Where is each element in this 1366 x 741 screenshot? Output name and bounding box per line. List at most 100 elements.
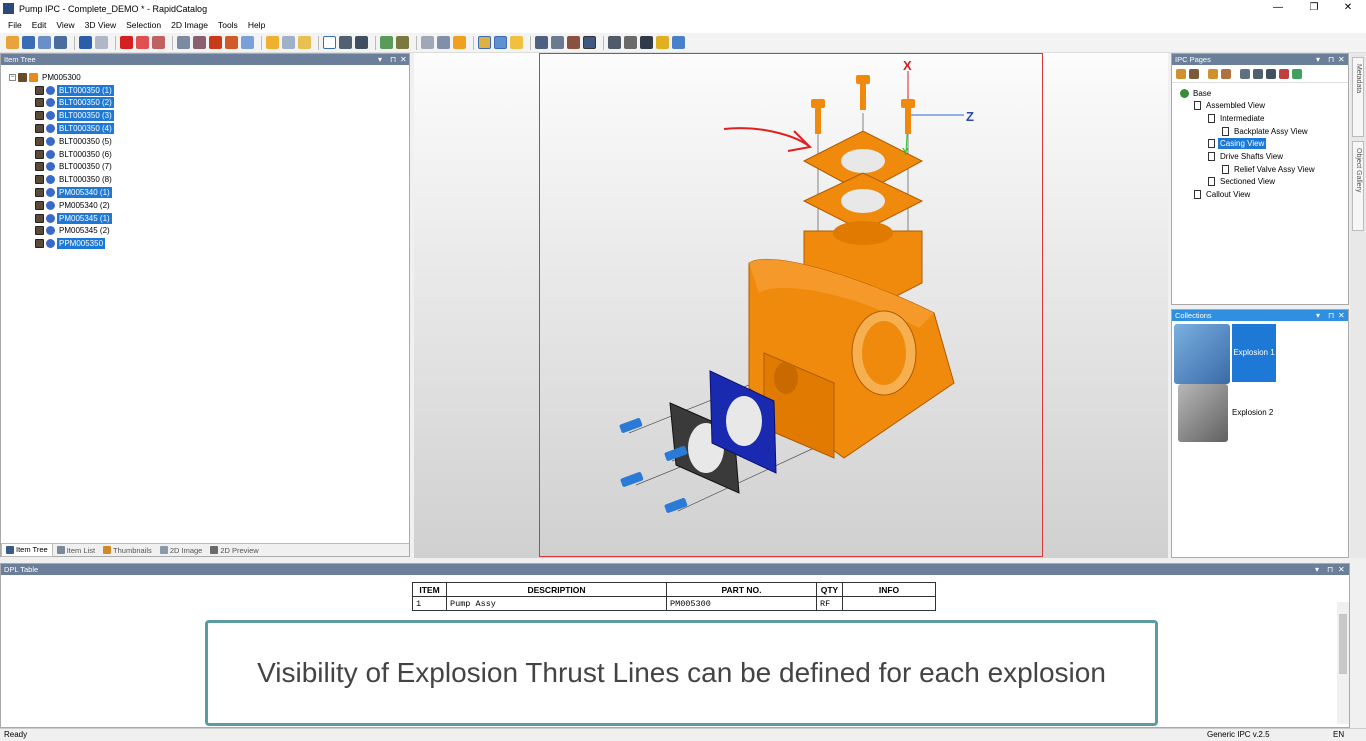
select-cursor-icon[interactable] xyxy=(323,36,336,49)
tree-item[interactable]: PM005345 (1) xyxy=(35,212,112,224)
tree-item[interactable]: PM005340 (1) xyxy=(35,186,112,198)
copy-icon[interactable] xyxy=(421,36,434,49)
fit-view-icon[interactable] xyxy=(535,36,548,49)
tree-item[interactable]: BLT000350 (2) xyxy=(35,97,114,109)
panel-dropdown-icon[interactable]: ▾ xyxy=(1316,310,1320,321)
menu-help[interactable]: Help xyxy=(248,20,265,30)
page-list-icon[interactable] xyxy=(1266,68,1276,79)
checkbox-icon[interactable] xyxy=(35,136,44,146)
panel-dropdown-icon[interactable]: ▾ xyxy=(1316,54,1320,65)
thrust-line-icon[interactable] xyxy=(494,36,507,49)
delete-icon[interactable] xyxy=(120,36,133,49)
ipc-page-item[interactable]: Callout View xyxy=(1194,189,1252,201)
undo-icon[interactable] xyxy=(79,36,92,49)
ipc-page-item[interactable]: Sectioned View xyxy=(1208,176,1277,188)
magic-icon[interactable] xyxy=(396,36,409,49)
page-delete-icon[interactable] xyxy=(1279,68,1289,79)
panel-pin-icon[interactable]: ⊓ xyxy=(1328,310,1334,321)
panel-dropdown-icon[interactable]: ▾ xyxy=(378,54,382,65)
explosion-2-label[interactable]: Explosion 2 xyxy=(1232,408,1273,417)
3d-viewport[interactable]: X Z Y xyxy=(414,53,1168,558)
page-copy-icon[interactable] xyxy=(1208,68,1218,79)
page-move-icon[interactable] xyxy=(1221,68,1231,79)
menu-selection[interactable]: Selection xyxy=(126,20,161,30)
settings-icon[interactable] xyxy=(177,36,190,49)
tree-item[interactable]: PM005340 (2) xyxy=(35,199,112,211)
checkbox-icon[interactable] xyxy=(35,111,44,121)
camera-icon[interactable] xyxy=(608,36,621,49)
panel-close-icon[interactable]: ✕ xyxy=(1338,54,1345,65)
checkbox-icon[interactable] xyxy=(35,187,44,197)
shape2-icon[interactable] xyxy=(282,36,295,49)
layers-icon[interactable] xyxy=(656,36,669,49)
tab-item-list[interactable]: Item List xyxy=(53,544,99,557)
export-icon[interactable] xyxy=(54,36,67,49)
tab-thumbnails[interactable]: Thumbnails xyxy=(99,544,156,557)
explosion-2-thumbnail[interactable] xyxy=(1178,384,1228,442)
scrollbar-thumb[interactable] xyxy=(1339,614,1347,674)
menu-view[interactable]: View xyxy=(56,20,74,30)
checkbox-icon[interactable] xyxy=(35,175,44,185)
tree-item[interactable]: PPM005350 xyxy=(35,238,106,250)
parts-icon[interactable] xyxy=(225,36,238,49)
menu-file[interactable]: File xyxy=(8,20,22,30)
box-icon[interactable] xyxy=(453,36,466,49)
page-up-icon[interactable] xyxy=(1189,68,1199,79)
checkbox-icon[interactable] xyxy=(35,149,44,159)
hierarchy-icon[interactable] xyxy=(355,36,368,49)
page-dup-icon[interactable] xyxy=(1253,68,1263,79)
open-icon[interactable] xyxy=(6,36,19,49)
panel-close-icon[interactable]: ✕ xyxy=(400,54,407,65)
page-book-icon[interactable] xyxy=(1292,68,1302,79)
page-add-icon[interactable] xyxy=(1176,68,1186,79)
clear-icon[interactable] xyxy=(152,36,165,49)
checkbox-icon[interactable] xyxy=(35,162,44,172)
tab-item-tree[interactable]: Item Tree xyxy=(1,543,53,557)
tree-item[interactable]: BLT000350 (8) xyxy=(35,174,114,186)
checkbox-icon[interactable] xyxy=(35,226,44,236)
menu-edit[interactable]: Edit xyxy=(32,20,47,30)
ipc-page-item[interactable]: Drive Shafts View xyxy=(1208,151,1285,163)
redo-icon[interactable] xyxy=(95,36,108,49)
menu-3d-view[interactable]: 3D View xyxy=(85,20,117,30)
frame-icon[interactable] xyxy=(583,36,596,49)
filter-icon[interactable] xyxy=(193,36,206,49)
table-row[interactable]: 1 Pump Assy PM005300 RF xyxy=(412,596,936,611)
page-new-icon[interactable] xyxy=(1240,68,1250,79)
checkbox-icon[interactable] xyxy=(35,213,44,223)
panel-pin-icon[interactable]: ⊓ xyxy=(390,54,396,65)
ipc-page-item[interactable]: Intermediate xyxy=(1208,112,1266,124)
panel-pin-icon[interactable]: ⊓ xyxy=(1328,54,1334,65)
tree-root[interactable]: − PM005300 xyxy=(9,71,83,83)
save-icon[interactable] xyxy=(22,36,35,49)
shape-icon[interactable] xyxy=(266,36,279,49)
ipc-page-item[interactable]: Base xyxy=(1180,87,1213,99)
gear-icon[interactable] xyxy=(241,36,254,49)
report-icon[interactable] xyxy=(209,36,222,49)
tab-2d-image[interactable]: 2D Image xyxy=(156,544,207,557)
exploded-model[interactable] xyxy=(414,53,1168,558)
tree-item[interactable]: BLT000350 (1) xyxy=(35,84,114,96)
save-all-icon[interactable] xyxy=(38,36,51,49)
ipc-page-item[interactable]: Backplate Assy View xyxy=(1222,125,1310,137)
checkbox-icon[interactable] xyxy=(35,123,44,133)
ipc-page-item[interactable]: Relief Valve Assy View xyxy=(1222,163,1317,175)
wand-icon[interactable] xyxy=(510,36,523,49)
menu-tools[interactable]: Tools xyxy=(218,20,238,30)
panel-dropdown-icon[interactable]: ▾ xyxy=(1315,564,1319,575)
home-view-icon[interactable] xyxy=(567,36,580,49)
tree-item[interactable]: BLT000350 (6) xyxy=(35,148,114,160)
tree-item[interactable]: BLT000350 (3) xyxy=(35,110,114,122)
tree-item[interactable]: PM005345 (2) xyxy=(35,225,112,237)
explosion-1-thumbnail[interactable] xyxy=(1174,324,1230,384)
tree-icon[interactable] xyxy=(339,36,352,49)
explosion-1-label[interactable]: Explosion 1 xyxy=(1232,324,1276,382)
render-icon[interactable] xyxy=(624,36,637,49)
remove-icon[interactable] xyxy=(136,36,149,49)
tree-item[interactable]: BLT000350 (5) xyxy=(35,135,114,147)
tree-item[interactable]: BLT000350 (4) xyxy=(35,122,114,134)
tree-item[interactable]: BLT000350 (7) xyxy=(35,161,114,173)
tab-metadata[interactable]: Metadata xyxy=(1352,57,1364,137)
checkbox-icon[interactable] xyxy=(35,98,44,108)
vertical-scrollbar[interactable] xyxy=(1337,602,1349,724)
